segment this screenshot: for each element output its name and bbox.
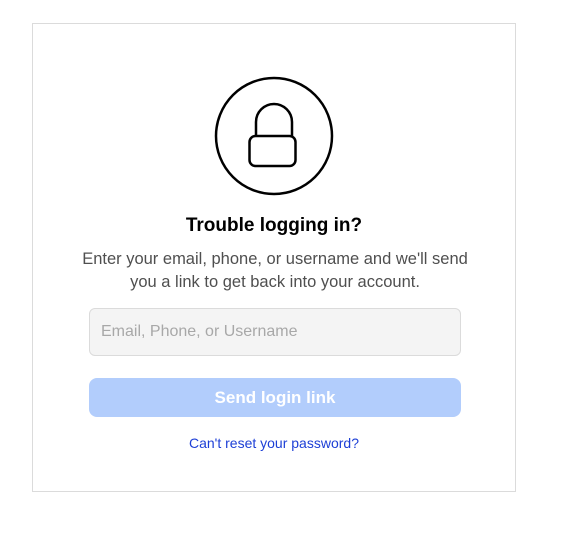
send-login-link-button[interactable]: Send login link [89,378,461,417]
page-title: Trouble logging in? [185,215,363,236]
cant-reset-password-link[interactable]: Can't reset your password? [33,434,515,452]
instructions-text: Enter your email, phone, or username and… [82,250,468,291]
lock-icon [214,76,334,196]
password-reset-card: Trouble logging in? Enter your email, ph… [32,23,516,492]
email-phone-username-input[interactable] [89,308,461,356]
